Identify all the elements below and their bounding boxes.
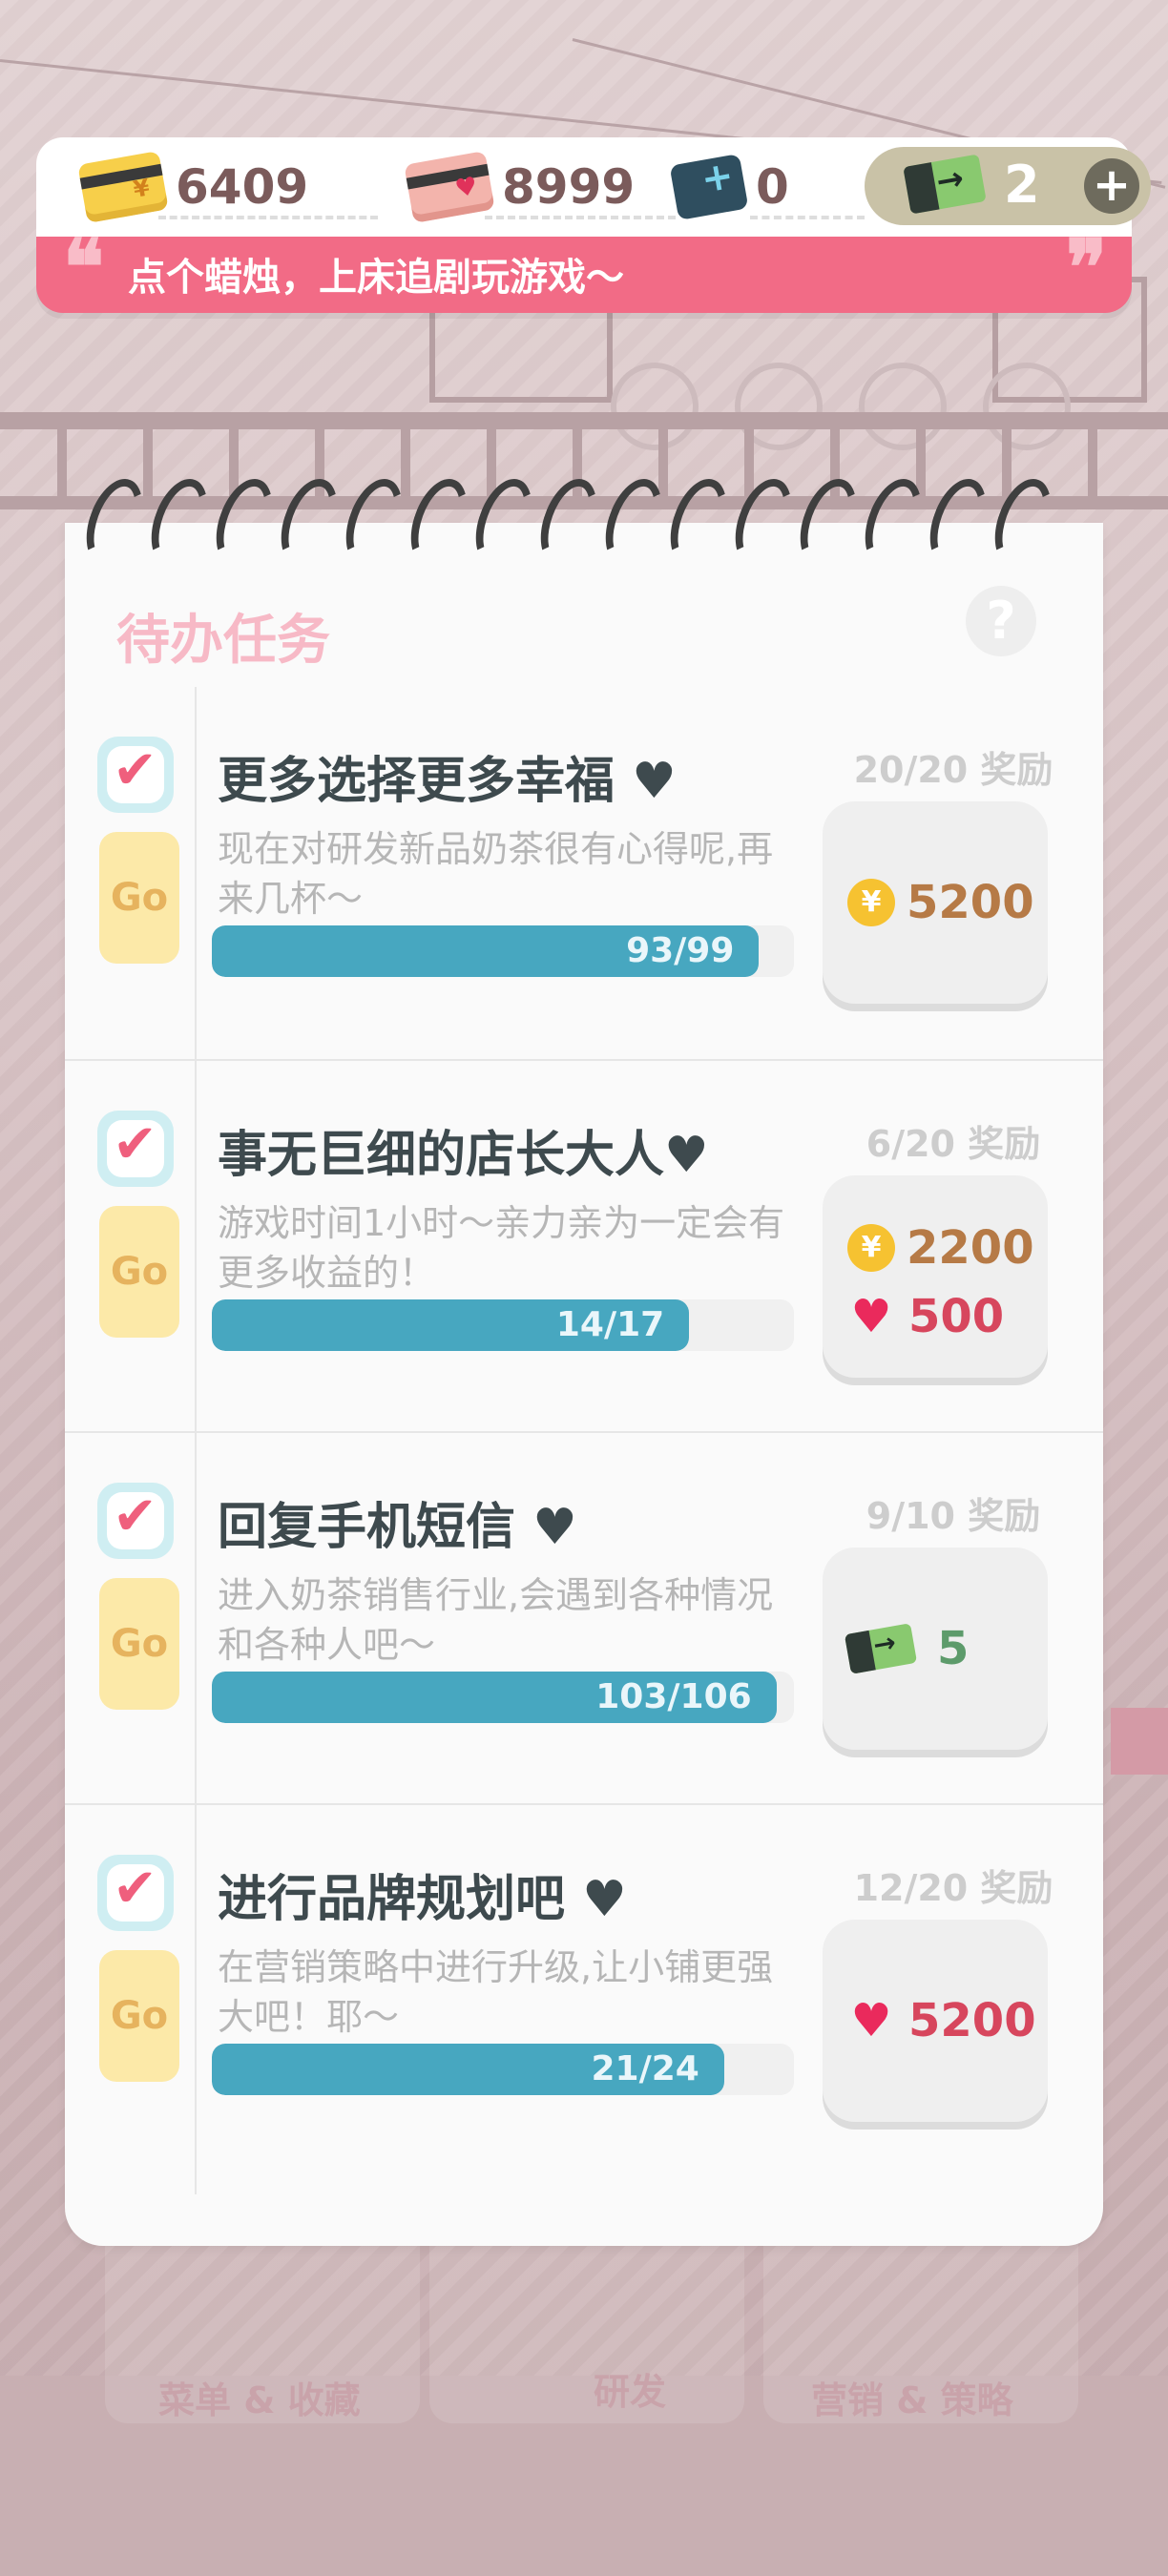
notebook-title: 待办任务 [116,610,330,672]
progress-text: 93/99 [626,931,735,970]
task-row: ✔ Go 更多选择更多幸福 ♥ 现在对研发新品奶茶很有心得呢,再来几杯～ 93/… [65,687,1103,1059]
heart-icon: ♥ [850,1994,892,2047]
coin-icon: ¥ [847,1224,895,1272]
reward-label: 9/10 奖励 [866,1495,1041,1537]
task-description: 进入奶茶销售行业,会遇到各种情况和各种人吧～ [218,1574,774,1666]
bg-tab-marketing-label: 营销 & 策略 [811,2379,1013,2421]
go-button[interactable]: Go [99,1578,179,1710]
reward-amount: 2200 [907,1221,1034,1275]
task-description: 现在对研发新品奶茶很有心得呢,再来几杯～ [218,828,774,920]
checkmark-icon: ✔ [113,1113,157,1175]
task-title: 回复手机短信 ♥ [218,1499,577,1556]
bg-tab-menu-label: 菜单 & 收藏 [158,2379,361,2421]
checkmark-icon: ✔ [113,739,157,801]
ticket-icon [903,154,987,215]
task-title: 进行品牌规划吧 ♥ [218,1871,627,1928]
blue-card-icon [669,154,749,220]
gold-card-icon [77,151,169,223]
progress-text: 103/106 [595,1677,752,1716]
reward-item: ¥2200 [847,1219,1034,1277]
open-quote-icon: ❝ [63,222,105,312]
progress-bar: 103/106 [212,1672,794,1723]
reward-amount: 5200 [907,876,1034,929]
heart-card-icon [404,151,495,223]
reward-claim-button[interactable]: ¥2200 ♥ 500 [823,1175,1048,1378]
task-row: ✔ Go 进行品牌规划吧 ♥ 在营销策略中进行升级,让小铺更强大吧！耶～ 21/… [65,1803,1103,2177]
task-row: ✔ Go 回复手机短信 ♥ 进入奶茶销售行业,会遇到各种情况和各种人吧～ 103… [65,1431,1103,1805]
gold-card-amount: 6409 [176,159,309,215]
task-row: ✔ Go 事无巨细的店长大人♥ 游戏时间1小时～亲力亲为一定会有更多收益的！ 1… [65,1059,1103,1433]
reward-item: 5 [844,1620,970,1677]
reward-item: ♥ 5200 [847,1992,1036,2049]
progress-text: 14/17 [555,1305,665,1344]
go-button[interactable]: Go [99,1950,179,2082]
currency-bar: 6409 8999 0 2 + [36,137,1151,237]
notebook-rings [75,470,1073,573]
progress-text: 21/24 [591,2049,699,2088]
reward-amount: 5200 [908,1994,1036,2047]
heart-card-amount: 8999 [502,159,636,215]
task-checkbox[interactable]: ✔ [97,1111,174,1187]
reward-item: ¥5200 [847,874,1034,931]
help-button[interactable]: ? [966,586,1036,656]
task-checkbox[interactable]: ✔ [97,737,174,813]
blue-card-amount: 0 [756,159,789,215]
blue-card-counter: 0 [669,153,865,221]
add-ticket-button[interactable]: + [1084,158,1139,214]
go-button[interactable]: Go [99,1206,179,1338]
task-notebook: 待办任务 ? ✔ Go 更多选择更多幸福 ♥ 现在对研发新品奶茶很有心得呢,再来… [65,523,1103,2246]
go-button[interactable]: Go [99,832,179,964]
reward-amount: 500 [908,1290,1005,1343]
reward-label: 6/20 奖励 [866,1123,1041,1165]
banner-message: 点个蜡烛，上床追剧玩游戏～ [128,256,624,300]
ticket-counter: 2 + [865,147,1151,225]
task-description: 游戏时间1小时～亲力亲为一定会有更多收益的！ [218,1202,785,1294]
task-checkbox[interactable]: ✔ [97,1483,174,1559]
progress-bar: 14/17 [212,1299,794,1351]
reward-amount: 5 [937,1622,970,1675]
bg-tab-research-label: 研发 [594,2371,667,2413]
task-description: 在营销策略中进行升级,让小铺更强大吧！耶～ [218,1946,774,2038]
coin-icon: ¥ [847,879,895,926]
heart-card-counter: 8999 [404,151,676,223]
reward-label: 20/20 奖励 [853,749,1053,791]
gold-card-counter: 6409 [77,151,378,223]
close-quote-icon: ❞ [1065,222,1107,312]
checkmark-icon: ✔ [113,1858,157,1920]
task-checkbox[interactable]: ✔ [97,1855,174,1931]
reward-label: 12/20 奖励 [853,1867,1053,1909]
progress-bar: 93/99 [212,925,794,977]
reward-claim-button[interactable]: ¥5200 [823,801,1048,1004]
task-title: 事无巨细的店长大人♥ [218,1127,709,1184]
reward-claim-button[interactable]: ♥ 5200 [823,1920,1048,2122]
checkmark-icon: ✔ [113,1485,157,1548]
progress-bar: 21/24 [212,2044,794,2095]
reward-item: ♥ 500 [847,1288,1004,1345]
ticket-icon [844,1623,918,1674]
ticket-amount: 2 [1004,155,1040,215]
reward-claim-button[interactable]: 5 [823,1548,1048,1750]
task-title: 更多选择更多幸福 ♥ [218,753,677,810]
heart-icon: ♥ [850,1290,892,1343]
